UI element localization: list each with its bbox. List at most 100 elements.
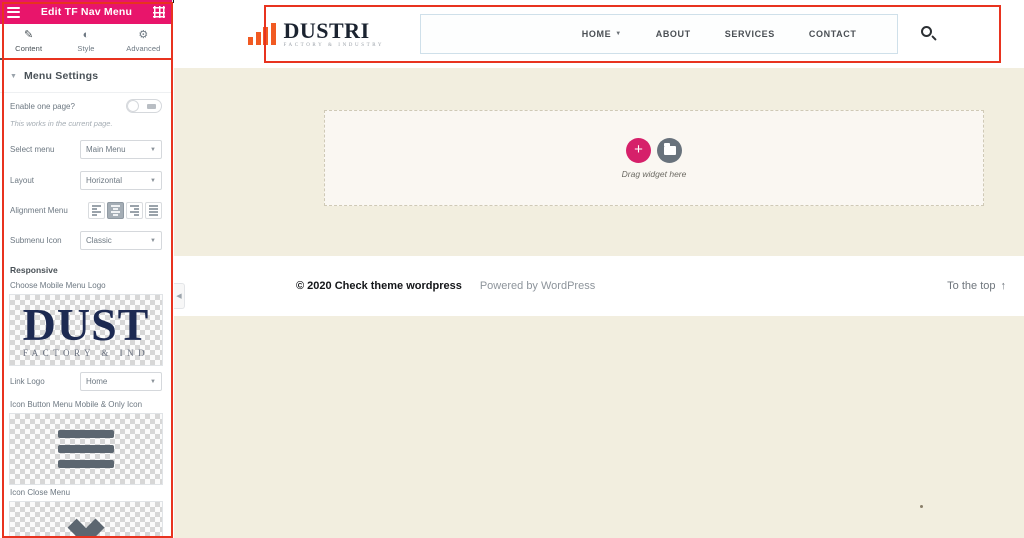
mobile-logo-subtext: FACTORY & IND bbox=[22, 347, 150, 358]
hamburger-icon[interactable] bbox=[7, 6, 20, 18]
nav-item-contact-label: CONTACT bbox=[808, 29, 857, 39]
widget-dropzone[interactable]: + Drag widget here bbox=[324, 110, 984, 206]
arrow-up-icon: ↑ bbox=[1000, 280, 1007, 292]
submenu-icon-value: Classic bbox=[86, 236, 112, 245]
footer-powered-by[interactable]: Powered by WordPress bbox=[480, 280, 595, 292]
chevron-down-icon: ▼ bbox=[150, 146, 156, 153]
chevron-down-icon: ▼ bbox=[615, 31, 622, 37]
add-widget-button[interactable]: + bbox=[626, 137, 651, 163]
tab-style-label: Style bbox=[77, 44, 95, 53]
link-logo-label: Link Logo bbox=[10, 377, 45, 386]
align-justify-icon bbox=[149, 205, 158, 216]
section-menu-settings[interactable]: ▼ Menu Settings bbox=[0, 60, 172, 93]
select-menu-value: Main Menu bbox=[86, 145, 126, 154]
nav-item-contact[interactable]: CONTACT bbox=[792, 29, 874, 39]
chevron-down-icon: ▼ bbox=[10, 72, 17, 80]
dropzone-buttons: + bbox=[626, 137, 682, 163]
toggle-knob bbox=[127, 100, 139, 112]
section-title: Menu Settings bbox=[23, 70, 99, 82]
nav-item-about-label: ABOUT bbox=[655, 29, 691, 39]
control-link-logo: Link Logo Home ▼ bbox=[0, 366, 172, 397]
logo-tagline: FACTORY & INDUSTRY bbox=[283, 43, 385, 48]
icon-close-label: Icon Close Menu bbox=[10, 488, 71, 497]
logo-name: DUSTRI bbox=[283, 18, 370, 43]
screen-root: Edit TF Nav Menu ✎ Content ◐ Style ⚙ Adv… bbox=[0, 0, 1024, 538]
enable-one-page-toggle[interactable] bbox=[126, 99, 162, 113]
pencil-icon: ✎ bbox=[24, 29, 34, 41]
logo-bars-icon bbox=[248, 23, 276, 45]
elementor-panel: Edit TF Nav Menu ✎ Content ◐ Style ⚙ Adv… bbox=[0, 0, 173, 538]
nav-item-services-label: SERVICES bbox=[724, 29, 775, 39]
gear-icon: ⚙ bbox=[138, 29, 149, 41]
panel-tabs: ✎ Content ◐ Style ⚙ Advanced bbox=[0, 24, 172, 60]
align-left-icon bbox=[92, 205, 101, 216]
chevron-down-icon: ▼ bbox=[150, 237, 156, 244]
align-right-button[interactable] bbox=[126, 202, 143, 219]
folder-icon bbox=[663, 143, 676, 155]
tab-style[interactable]: ◐ Style bbox=[57, 24, 114, 59]
tab-advanced-label: Advanced bbox=[126, 44, 161, 53]
tab-content[interactable]: ✎ Content bbox=[0, 24, 58, 60]
nav-item-services[interactable]: SERVICES bbox=[708, 29, 792, 39]
panel-collapse-handle[interactable]: ◀ bbox=[174, 283, 185, 309]
layout-dropdown[interactable]: Horizontal ▼ bbox=[80, 171, 162, 190]
mobile-logo-text: DUST bbox=[22, 298, 150, 350]
mobile-logo-label: Choose Mobile Menu Logo bbox=[10, 281, 106, 290]
align-left-button[interactable] bbox=[88, 202, 105, 219]
search-icon[interactable] bbox=[920, 25, 938, 43]
control-alignment-menu: Alignment Menu bbox=[0, 196, 172, 225]
back-to-top-link[interactable]: To the top ↑ bbox=[947, 280, 1006, 292]
canvas-marker-dot bbox=[920, 505, 923, 508]
icon-button-preview[interactable] bbox=[9, 413, 163, 485]
enable-one-page-label: Enable one page? bbox=[10, 101, 75, 111]
control-submenu-icon: Submenu Icon Classic ▼ bbox=[0, 225, 172, 256]
enable-one-page-note: This works in the current page. bbox=[10, 119, 113, 128]
alignment-button-group bbox=[88, 202, 162, 219]
panel-title: Edit TF Nav Menu bbox=[40, 6, 133, 18]
panel-header: Edit TF Nav Menu bbox=[0, 0, 172, 24]
control-select-menu: Select menu Main Menu ▼ bbox=[0, 134, 172, 165]
grid-apps-icon[interactable] bbox=[153, 6, 165, 18]
icon-button-label: Icon Button Menu Mobile & Only Icon bbox=[10, 400, 143, 409]
align-justify-button[interactable] bbox=[145, 202, 162, 219]
nav-menu-widget[interactable]: HOME ▼ ABOUT SERVICES CONTACT bbox=[420, 14, 899, 54]
mobile-logo-preview[interactable]: DUST FACTORY & IND bbox=[9, 294, 163, 366]
link-logo-value: Home bbox=[86, 377, 108, 386]
nav-item-home[interactable]: HOME ▼ bbox=[565, 29, 639, 39]
select-menu-dropdown[interactable]: Main Menu ▼ bbox=[80, 140, 162, 159]
back-to-top-label: To the top bbox=[947, 280, 996, 292]
contrast-icon: ◐ bbox=[82, 29, 90, 41]
align-right-icon bbox=[130, 205, 139, 216]
responsive-heading: Responsive bbox=[10, 265, 58, 275]
site-footer: © 2020 Check theme wordpress Powered by … bbox=[174, 256, 1024, 316]
tab-content-label: Content bbox=[15, 44, 43, 53]
tab-advanced[interactable]: ⚙ Advanced bbox=[115, 24, 172, 59]
dropzone-hint: Drag widget here bbox=[621, 168, 687, 179]
search-icon-handle bbox=[931, 35, 937, 41]
link-logo-dropdown[interactable]: Home ▼ bbox=[80, 372, 162, 391]
align-center-button[interactable] bbox=[107, 202, 124, 219]
submenu-icon-label: Submenu Icon bbox=[10, 236, 62, 245]
alignment-menu-label: Alignment Menu bbox=[10, 206, 68, 215]
chevron-down-icon: ▼ bbox=[150, 177, 156, 184]
close-x-icon: ✖ bbox=[64, 513, 108, 538]
footer-left-group: © 2020 Check theme wordpress Powered by … bbox=[296, 280, 595, 292]
add-template-button[interactable] bbox=[657, 137, 682, 163]
nav-item-about[interactable]: ABOUT bbox=[639, 29, 708, 39]
chevron-down-icon: ▼ bbox=[150, 378, 156, 385]
footer-copyright: © 2020 Check theme wordpress bbox=[296, 280, 462, 292]
control-enable-one-page: Enable one page? bbox=[0, 93, 172, 119]
preview-canvas: DUSTRI FACTORY & INDUSTRY HOME ▼ ABOUT S… bbox=[174, 0, 1024, 538]
icon-close-preview[interactable]: ✖ bbox=[9, 501, 163, 538]
hamburger-icon bbox=[58, 430, 114, 468]
logo-text-block: DUSTRI FACTORY & INDUSTRY bbox=[283, 18, 385, 49]
nav-menu-list: HOME ▼ ABOUT SERVICES CONTACT bbox=[565, 29, 874, 39]
control-layout: Layout Horizontal ▼ bbox=[0, 165, 172, 196]
mobile-logo-image: DUST FACTORY & IND bbox=[10, 298, 162, 358]
nav-item-home-label: HOME bbox=[581, 29, 612, 39]
submenu-icon-dropdown[interactable]: Classic ▼ bbox=[80, 231, 162, 250]
site-logo[interactable]: DUSTRI FACTORY & INDUSTRY bbox=[248, 20, 384, 48]
select-menu-label: Select menu bbox=[10, 145, 55, 154]
site-header: DUSTRI FACTORY & INDUSTRY HOME ▼ ABOUT S… bbox=[174, 0, 1024, 68]
layout-label: Layout bbox=[10, 176, 35, 185]
